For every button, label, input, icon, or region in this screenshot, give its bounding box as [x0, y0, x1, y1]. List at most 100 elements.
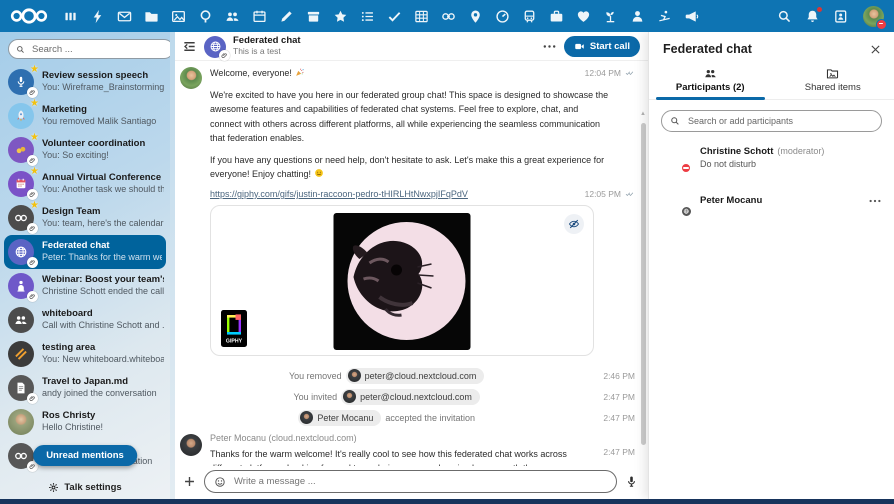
- hide-gif-button[interactable]: [564, 214, 584, 234]
- sender-avatar: [180, 434, 202, 456]
- dashboard-icon[interactable]: [63, 9, 78, 24]
- conversation-text: Annual Virtual ConferenceYou: Another ta…: [42, 172, 164, 195]
- start-call-button[interactable]: Start call: [564, 36, 640, 57]
- conversation-item[interactable]: ★Design TeamYou: team, here's the calend…: [0, 201, 170, 235]
- conversation-search[interactable]: [8, 39, 170, 59]
- growth-icon[interactable]: [603, 9, 618, 24]
- maps-icon[interactable]: [468, 9, 483, 24]
- talk-settings-button[interactable]: Talk settings: [0, 482, 170, 493]
- mic-icon: [14, 75, 28, 89]
- activity-icon[interactable]: [90, 9, 105, 24]
- announcements-icon[interactable]: [684, 9, 699, 24]
- unified-search-icon[interactable]: [777, 9, 792, 24]
- profile-icon[interactable]: [630, 9, 645, 24]
- recommendations-icon[interactable]: [333, 9, 348, 24]
- conversation-item[interactable]: Webinar: Boost your team's p...Christine…: [0, 269, 170, 303]
- people-icon: [704, 67, 717, 80]
- notification-dot: [817, 7, 822, 12]
- participant-menu-icon[interactable]: [868, 194, 882, 208]
- collapse-sidebar-icon[interactable]: [182, 39, 197, 54]
- files-icon[interactable]: [144, 9, 159, 24]
- gear-icon: [48, 482, 59, 493]
- scroll-up-arrow[interactable]: ▲: [640, 111, 646, 117]
- sports-icon[interactable]: [657, 9, 672, 24]
- conversation-subtitle: You removed Malik Santiago: [42, 116, 164, 127]
- microphone-icon[interactable]: [625, 475, 638, 488]
- user-mention-chip[interactable]: peter@cloud.nextcloud.com: [341, 389, 480, 405]
- conversation-item[interactable]: Ros ChristyHello Christine!: [0, 405, 170, 439]
- conversation-item[interactable]: Travel to Japan.mdandy joined the conver…: [0, 371, 170, 405]
- conversation-avatar: [8, 409, 34, 435]
- conversation-avatar: [8, 307, 34, 333]
- contacts-icon[interactable]: [225, 9, 240, 24]
- conversation-list: ★Review session speechYou: Wireframe_Bra…: [0, 63, 170, 473]
- photos-icon[interactable]: [171, 9, 186, 24]
- conversation-item[interactable]: ★Annual Virtual ConferenceYou: Another t…: [0, 167, 170, 201]
- tab-label: Participants (2): [676, 82, 745, 93]
- participant-name-row: Peter Mocanu: [700, 195, 858, 206]
- tasks-icon[interactable]: [360, 9, 375, 24]
- conversation-item[interactable]: Federated chatPeter: Thanks for the warm…: [4, 235, 166, 269]
- contacts-menu-icon[interactable]: [833, 9, 848, 24]
- talk-icon[interactable]: [198, 9, 213, 24]
- conversation-text: Webinar: Boost your team's p...Christine…: [42, 274, 164, 297]
- conversation-subtitle: Call with Christine Schott and ...: [42, 320, 164, 331]
- user-mention-chip[interactable]: Peter Mocanu: [298, 410, 381, 426]
- giphy-link[interactable]: https://giphy.com/gifs/justin-raccoon-pe…: [210, 189, 468, 199]
- tables-icon[interactable]: [414, 9, 429, 24]
- conversation-item[interactable]: ★MarketingYou removed Malik Santiago: [0, 99, 170, 133]
- work-icon[interactable]: [549, 9, 564, 24]
- conversation-item[interactable]: testing areaYou: New whiteboard.whiteboa…: [0, 337, 170, 371]
- conversation-menu-icon[interactable]: [542, 39, 557, 54]
- system-message-timestamp: 2:47 PM: [593, 413, 635, 423]
- nextcloud-logo[interactable]: [9, 7, 49, 25]
- emoji-picker-icon[interactable]: [214, 476, 226, 488]
- share-attachment-icon[interactable]: [183, 475, 196, 488]
- mail-icon[interactable]: [117, 9, 132, 24]
- deck-icon[interactable]: [306, 9, 321, 24]
- favorite-star-icon: ★: [30, 99, 39, 109]
- time-tracking-icon[interactable]: [495, 9, 510, 24]
- dnd-status-badge: [876, 19, 887, 30]
- conversation-item[interactable]: ★Volunteer coordinationYou: So exciting!: [0, 133, 170, 167]
- paperclip-badge-icon: [27, 155, 38, 166]
- message-paragraph: We're excited to have you here in our fe…: [210, 88, 612, 146]
- conversation-subtitle: You: Another task we should th...: [42, 184, 164, 195]
- message-input-field[interactable]: [204, 470, 617, 493]
- participant-row[interactable]: Peter Mocanu: [649, 179, 894, 222]
- participant-search-input[interactable]: [686, 115, 873, 127]
- conversation-text: Travel to Japan.mdandy joined the conver…: [42, 376, 164, 399]
- system-message-text: You removed: [289, 371, 342, 381]
- paperclip-badge-icon: [27, 257, 38, 268]
- conversation-item[interactable]: whiteboardCall with Christine Schott and…: [0, 303, 170, 337]
- start-call-label: Start call: [590, 41, 630, 52]
- close-panel-icon[interactable]: [869, 43, 882, 56]
- conversation-text: whiteboardCall with Christine Schott and…: [42, 308, 164, 331]
- message-list: Welcome, everyone! 12:04 PM We're excite…: [170, 61, 648, 466]
- conversation-search-input[interactable]: [30, 43, 166, 56]
- participant-search[interactable]: [661, 110, 882, 132]
- passwords-icon[interactable]: [441, 9, 456, 24]
- conversation-details-panel: Federated chat Participants (2)Shared it…: [648, 32, 894, 499]
- participant-list: Christine Schott(moderator)Do not distur…: [649, 136, 894, 222]
- participant-row[interactable]: Christine Schott(moderator)Do not distur…: [649, 136, 894, 179]
- chat-scrollbar[interactable]: [641, 123, 646, 445]
- tab-shared-items[interactable]: Shared items: [772, 64, 894, 99]
- tab-participants[interactable]: Participants (2): [649, 64, 772, 99]
- notes-icon[interactable]: [279, 9, 294, 24]
- unread-mentions-button[interactable]: Unread mentions: [33, 445, 137, 466]
- conversation-title: Volunteer coordination: [42, 138, 164, 150]
- health-icon[interactable]: [576, 9, 591, 24]
- notifications-icon[interactable]: [805, 9, 820, 24]
- user-avatar[interactable]: [863, 6, 884, 27]
- message-input[interactable]: [232, 475, 607, 488]
- message-timestamp: 12:04 PM: [575, 68, 635, 78]
- approvals-icon[interactable]: [387, 9, 402, 24]
- transit-icon[interactable]: [522, 9, 537, 24]
- conversation-item[interactable]: ★Review session speechYou: Wireframe_Bra…: [0, 65, 170, 99]
- system-message: Peter Mocanuaccepted the invitation2:47 …: [180, 407, 635, 428]
- paperclip-badge-icon: [27, 393, 38, 404]
- document-icon: [14, 381, 28, 395]
- user-mention-chip[interactable]: peter@cloud.nextcloud.com: [346, 368, 485, 384]
- calendar-icon[interactable]: [252, 9, 267, 24]
